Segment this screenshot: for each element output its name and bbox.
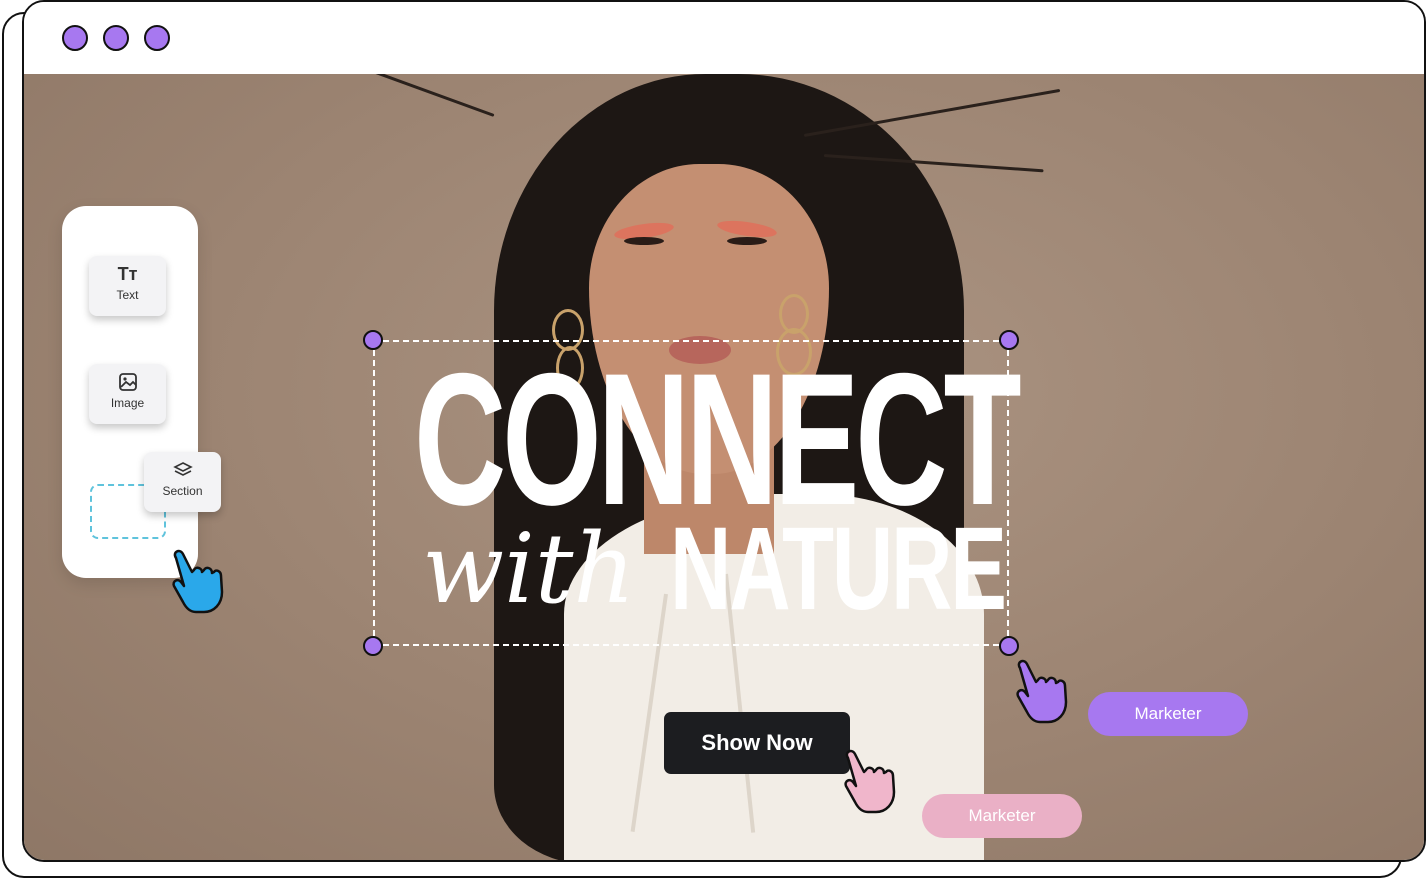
eye (727, 237, 767, 245)
window-dot-maximize[interactable] (144, 25, 170, 51)
text-tool-label: Text (116, 288, 139, 302)
editor-illustration: Tт Text Image Section CONNECT with NATUR… (0, 0, 1426, 880)
hand-cursor-icon-purple (1016, 659, 1068, 724)
hair-strand (343, 74, 495, 117)
page-canvas[interactable]: Tт Text Image Section CONNECT with NATUR… (24, 74, 1424, 860)
show-now-button[interactable]: Show Now (664, 712, 850, 774)
resize-handle-bottom-left[interactable] (363, 636, 383, 656)
section-tool-button[interactable]: Section (144, 452, 221, 512)
collaborator-tag-purple: Marketer (1088, 692, 1248, 736)
resize-handle-bottom-right[interactable] (999, 636, 1019, 656)
window-titlebar (24, 2, 1424, 74)
browser-window: Tт Text Image Section CONNECT with NATUR… (22, 0, 1426, 862)
hand-cursor-icon-pink (844, 749, 896, 814)
headline-line-2[interactable]: NATURE (670, 510, 1007, 628)
hand-cursor-icon-blue (172, 549, 224, 614)
section-tool-label: Section (162, 484, 203, 498)
eye (624, 237, 664, 245)
resize-handle-top-left[interactable] (363, 330, 383, 350)
text-size-icon: Tт (117, 264, 138, 284)
collaborator-tag-pink: Marketer (922, 794, 1082, 838)
headline-script-word[interactable]: with (422, 514, 635, 624)
element-tool-panel: Tт Text Image Section (62, 206, 221, 578)
layers-icon (144, 460, 221, 480)
image-icon (89, 372, 166, 392)
window-dot-close[interactable] (62, 25, 88, 51)
window-dot-minimize[interactable] (103, 25, 129, 51)
image-tool-button[interactable]: Image (89, 364, 166, 424)
text-tool-button[interactable]: Tт Text (89, 256, 166, 316)
image-tool-label: Image (110, 396, 145, 410)
headline-line-1[interactable]: CONNECT (414, 345, 1022, 533)
